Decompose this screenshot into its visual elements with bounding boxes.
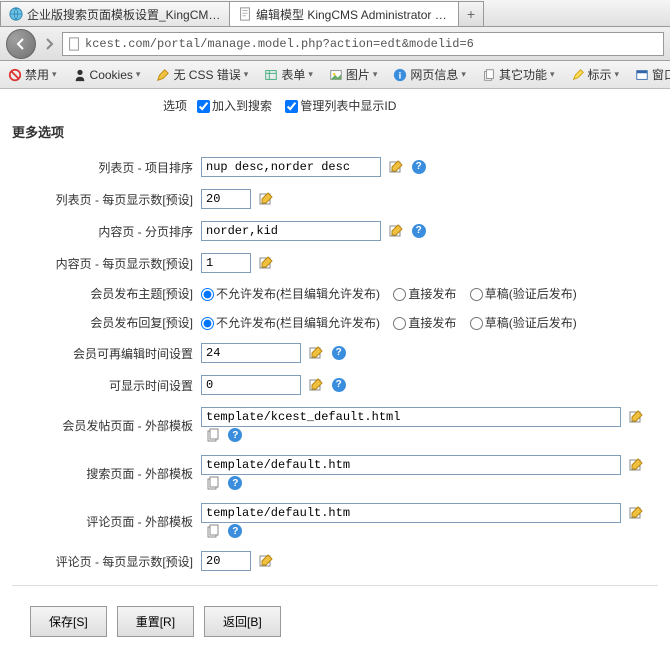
label-content-perpage: 内容页 - 每页显示数[预设] [12,247,197,279]
radio-topic-direct[interactable]: 直接发布 [393,287,456,301]
chk-add-search[interactable]: 加入到搜索 [197,99,272,113]
browser-tabs: 企业版搜索页面模板设置_KingCMS官… 编辑模型 KingCMS Admin… [0,0,670,27]
tab-2[interactable]: 编辑模型 KingCMS Administrator P… [229,1,459,26]
action-icon[interactable] [258,191,274,207]
button-row: 保存[S] 重置[R] 返回[B] [12,594,658,649]
svg-text:i: i [399,70,402,81]
radio-topic-deny[interactable]: 不允许发布(栏目编辑允许发布) [201,287,380,301]
person-icon [73,68,87,82]
address-bar: kcest.com/portal/manage.model.php?action… [0,27,670,61]
chk-show-id[interactable]: 管理列表中显示ID [285,99,396,113]
page-icon [238,7,252,21]
chk-show-id-box[interactable] [285,100,298,113]
input-comment-tpl[interactable] [201,503,621,523]
arrow-left-icon [14,37,28,51]
label-display-time: 可显示时间设置 [12,369,197,401]
action-icon[interactable] [308,377,324,393]
tb-window[interactable]: 窗口 [631,64,670,85]
input-member-post-tpl[interactable] [201,407,621,427]
new-tab-button[interactable]: + [458,1,484,26]
docs-icon [482,68,496,82]
tb-form[interactable]: 表单▾ [260,64,317,85]
reset-button[interactable]: 重置[R] [117,606,194,637]
radio-reply-direct[interactable]: 直接发布 [393,316,456,330]
help-icon[interactable]: ? [228,428,242,442]
copy-icon[interactable] [205,427,221,443]
input-comment-perpage[interactable] [201,551,251,571]
help-icon[interactable]: ? [332,346,346,360]
help-icon[interactable]: ? [228,524,242,538]
tb-disable[interactable]: 禁用▾ [4,64,61,85]
label-content-sort: 内容页 - 分页排序 [12,215,197,247]
page-content: 选项 加入到搜索 管理列表中显示ID 更多选项 列表页 - 项目排序 ? 列表页… [0,89,670,657]
highlighter-icon [571,68,585,82]
tb-mark[interactable]: 标示▾ [567,64,624,85]
info-icon: i [393,68,407,82]
forbidden-icon [8,68,22,82]
label-search-tpl: 搜索页面 - 外部模板 [12,449,197,497]
label-comment-tpl: 评论页面 - 外部模板 [12,497,197,545]
tb-cookies[interactable]: Cookies▾ [69,66,145,84]
input-display-time[interactable] [201,375,301,395]
help-icon[interactable]: ? [412,160,426,174]
action-icon[interactable] [628,457,644,473]
action-icon[interactable] [388,223,404,239]
globe-icon [9,7,23,21]
page-icon [67,37,81,51]
url-input[interactable]: kcest.com/portal/manage.model.php?action… [62,32,664,56]
input-content-sort[interactable] [201,221,381,241]
input-list-perpage[interactable] [201,189,251,209]
copy-icon[interactable] [205,475,221,491]
label-member-post-topic: 会员发布主题[预设] [12,279,197,308]
tb-css[interactable]: 无 CSS 错误▾ [152,64,252,85]
save-button[interactable]: 保存[S] [30,606,107,637]
dev-toolbar: 禁用▾ Cookies▾ 无 CSS 错误▾ 表单▾ 图片▾ i网页信息▾ 其它… [0,61,670,89]
section-more-options: 更多选项 [12,122,658,141]
tb-other[interactable]: 其它功能▾ [478,64,559,85]
input-content-perpage[interactable] [201,253,251,273]
tab-2-title: 编辑模型 KingCMS Administrator P… [256,6,450,23]
label-comment-perpage: 评论页 - 每页显示数[预设] [12,545,197,577]
help-icon[interactable]: ? [228,476,242,490]
url-text: kcest.com/portal/manage.model.php?action… [85,37,474,51]
copy-icon[interactable] [205,523,221,539]
action-icon[interactable] [258,255,274,271]
tab-1-title: 企业版搜索页面模板设置_KingCMS官… [27,6,221,23]
action-icon[interactable] [628,505,644,521]
input-search-tpl[interactable] [201,455,621,475]
input-list-sort[interactable] [201,157,381,177]
help-icon[interactable]: ? [332,378,346,392]
tb-image[interactable]: 图片▾ [325,64,382,85]
options-row: 选项 加入到搜索 管理列表中显示ID [12,97,658,114]
pencil-icon [156,68,170,82]
action-icon[interactable] [258,553,274,569]
action-icon[interactable] [388,159,404,175]
forward-icon[interactable] [42,37,56,51]
radio-reply-draft[interactable]: 草稿(验证后发布) [470,316,577,330]
radio-topic-draft[interactable]: 草稿(验证后发布) [470,287,577,301]
label-member-post-tpl: 会员发帖页面 - 外部模板 [12,401,197,449]
tab-1[interactable]: 企业版搜索页面模板设置_KingCMS官… [0,1,230,26]
radio-reply-deny[interactable]: 不允许发布(栏目编辑允许发布) [201,316,380,330]
divider [12,585,658,586]
help-icon[interactable]: ? [412,224,426,238]
image-icon [329,68,343,82]
action-icon[interactable] [308,345,324,361]
settings-table: 列表页 - 项目排序 ? 列表页 - 每页显示数[预设] 内容页 - 分页排序 … [12,151,658,577]
input-edit-time[interactable] [201,343,301,363]
chk-add-search-box[interactable] [197,100,210,113]
label-member-post-reply: 会员发布回复[预设] [12,308,197,337]
back-page-button[interactable]: 返回[B] [204,606,281,637]
label-list-perpage: 列表页 - 每页显示数[预设] [12,183,197,215]
back-button[interactable] [6,29,36,59]
label-list-sort: 列表页 - 项目排序 [12,151,197,183]
window-icon [635,68,649,82]
options-label: 选项 [12,97,197,114]
tb-info[interactable]: i网页信息▾ [389,64,470,85]
form-icon [264,68,278,82]
action-icon[interactable] [628,409,644,425]
label-edit-time: 会员可再编辑时间设置 [12,337,197,369]
